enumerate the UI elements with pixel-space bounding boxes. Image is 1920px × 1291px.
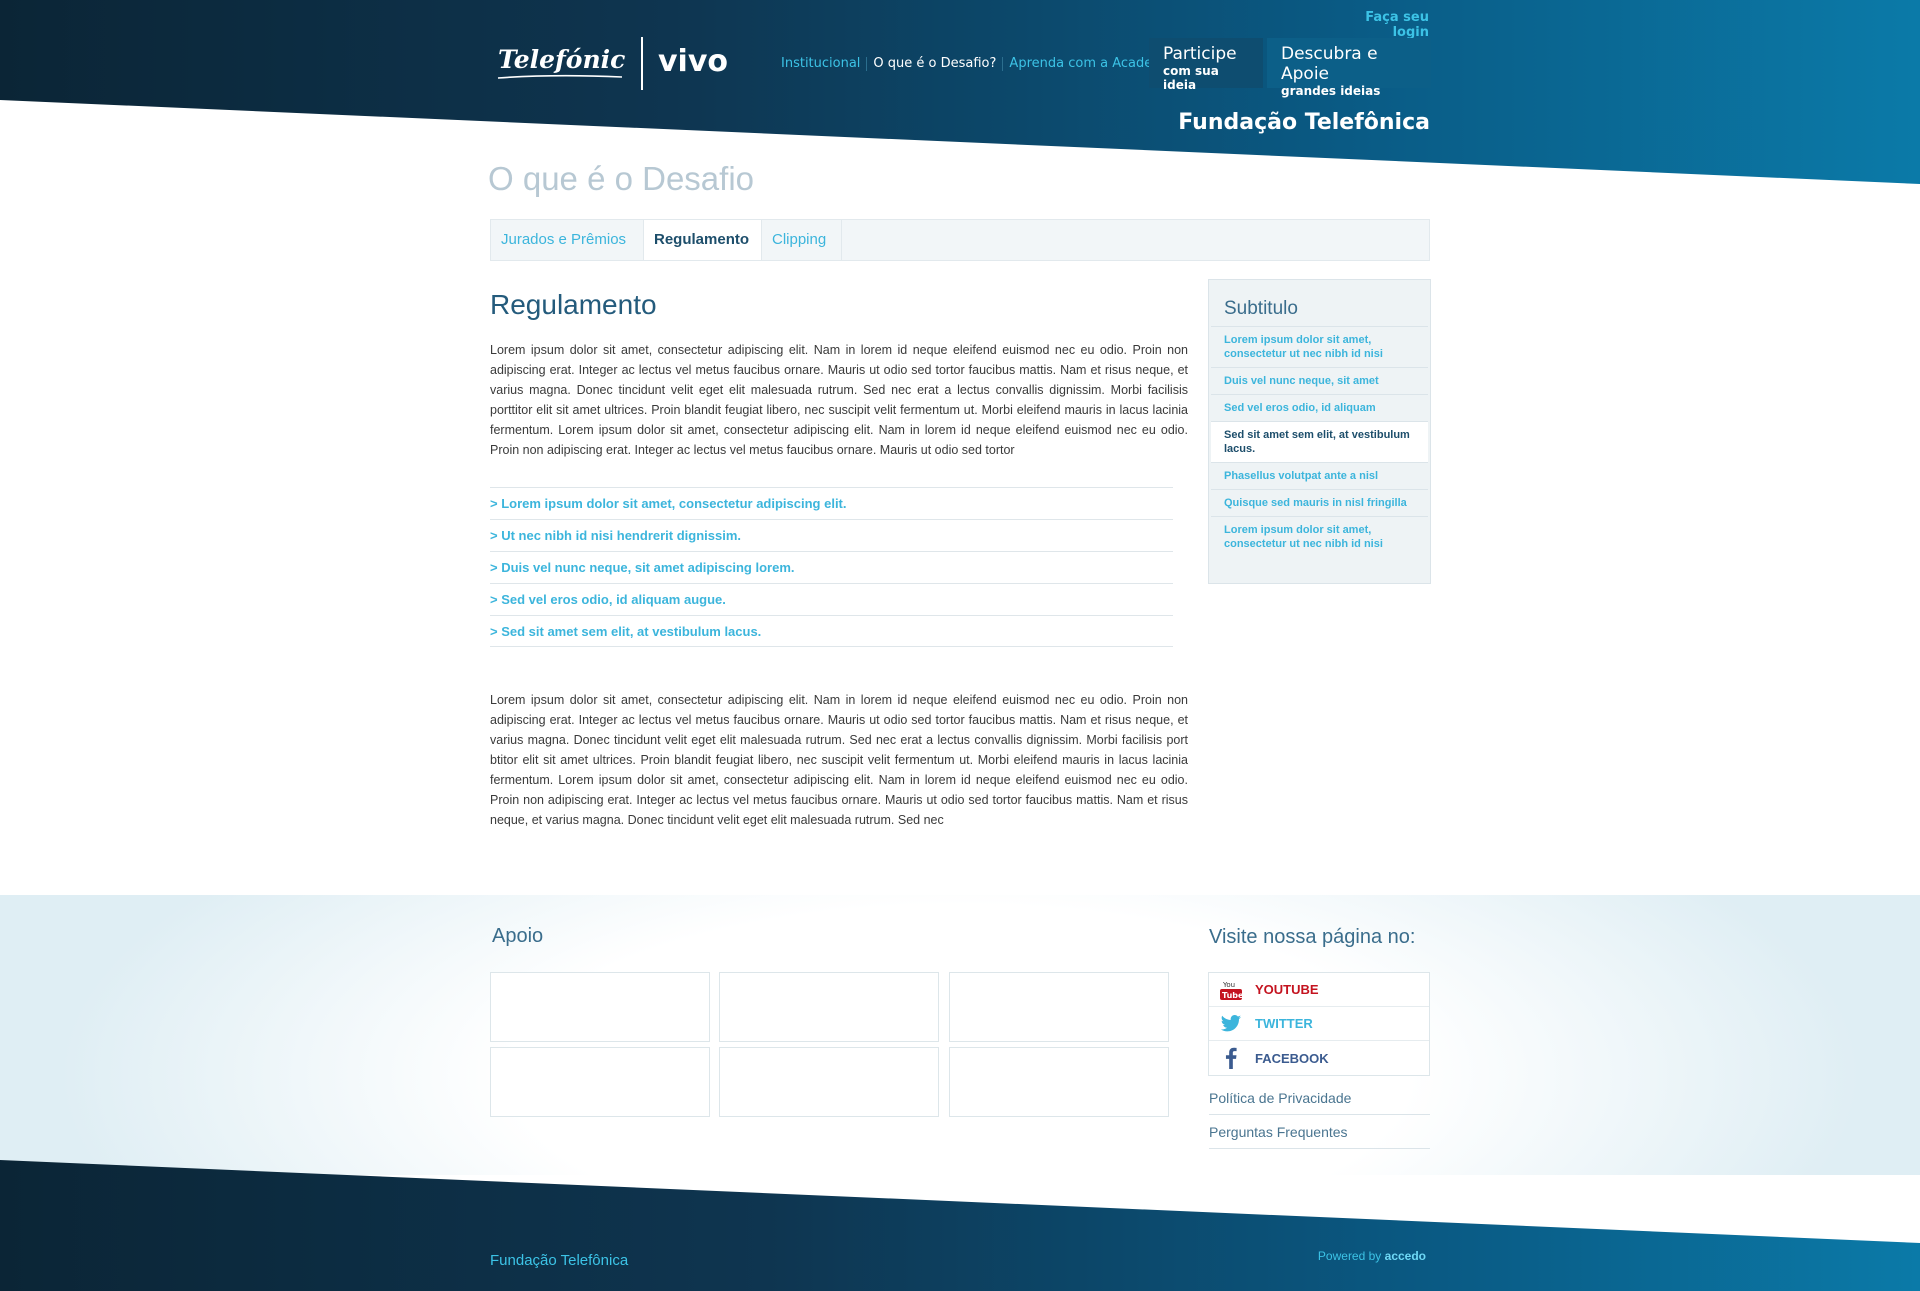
participe-line2: com sua ideia: [1163, 64, 1219, 92]
sidebar-title: Subtitulo: [1211, 282, 1428, 327]
login-link[interactable]: Faça seu login: [1339, 10, 1429, 40]
youtube-icon: You Tube: [1219, 978, 1243, 1002]
twitter-label: TWITTER: [1255, 1016, 1313, 1031]
privacy-policy-link[interactable]: Política de Privacidade: [1209, 1081, 1430, 1115]
tab-bar: Jurados e Prêmios Regulamento Clipping: [490, 219, 1430, 261]
sidebar-item[interactable]: Duis vel nunc neque, sit amet: [1211, 368, 1428, 395]
powered-by-brand[interactable]: accedo: [1385, 1249, 1426, 1263]
nav-institucional[interactable]: Institucional: [775, 56, 866, 71]
sponsor-logo-slot[interactable]: [719, 972, 939, 1042]
anchor-link[interactable]: > Sed vel eros odio, id aliquam augue.: [490, 583, 1173, 615]
sidebar-item[interactable]: Lorem ipsum dolor sit amet, consectetur …: [1211, 517, 1428, 557]
anchor-link[interactable]: > Duis vel nunc neque, sit amet adipisci…: [490, 551, 1173, 583]
descubra-line1: Descubra e Apoie: [1281, 44, 1378, 84]
footer-bar-background: [0, 1160, 1920, 1291]
telefonica-logo[interactable]: Telefónica: [494, 40, 626, 86]
tab-jurados-premios[interactable]: Jurados e Prêmios: [491, 220, 644, 260]
logo-divider: [641, 37, 643, 90]
sidebar-item[interactable]: Sed vel eros odio, id aliquam: [1211, 395, 1428, 422]
faq-link[interactable]: Perguntas Frequentes: [1209, 1115, 1430, 1149]
apoio-title: Apoio: [492, 925, 544, 947]
section-heading: Regulamento: [490, 289, 657, 320]
sidebar-item[interactable]: Phasellus volutpat ante a nisl: [1211, 463, 1428, 490]
anchor-link[interactable]: > Lorem ipsum dolor sit amet, consectetu…: [490, 487, 1173, 519]
anchor-link[interactable]: > Ut nec nibh id nisi hendrerit dignissi…: [490, 519, 1173, 551]
social-links: You Tube YOUTUBE TWITTER FACEBOOK: [1208, 972, 1430, 1076]
participe-line1: Participe: [1163, 44, 1237, 64]
header-background: [0, 0, 1920, 184]
vivo-logo-text: vivo: [658, 44, 728, 79]
sidebar: Subtitulo Lorem ipsum dolor sit amet, co…: [1208, 279, 1431, 584]
sponsor-logo-slot[interactable]: [949, 972, 1169, 1042]
anchor-link-list: > Lorem ipsum dolor sit amet, consectetu…: [490, 487, 1173, 647]
sidebar-list: Lorem ipsum dolor sit amet, consectetur …: [1211, 327, 1428, 557]
tab-clipping[interactable]: Clipping: [762, 220, 842, 260]
body-paragraph-1: Lorem ipsum dolor sit amet, consectetur …: [490, 343, 1188, 457]
telefonica-logo-text: Telefónica: [498, 45, 626, 74]
anchor-link[interactable]: > Sed sit amet sem elit, at vestibulum l…: [490, 615, 1173, 647]
footer-brand-link[interactable]: Fundação Telefônica: [490, 1252, 628, 1269]
footer-links: Política de Privacidade Perguntas Freque…: [1209, 1081, 1430, 1149]
svg-text:Tube: Tube: [1222, 991, 1243, 1000]
participe-button[interactable]: Participe com sua ideia: [1149, 38, 1263, 92]
youtube-link[interactable]: You Tube YOUTUBE: [1209, 973, 1429, 1007]
sponsor-logo-slot[interactable]: [719, 1047, 939, 1117]
nav-o-que-e-o-desafio[interactable]: O que é o Desafio?: [867, 56, 1002, 71]
sponsor-logo-slot[interactable]: [490, 972, 710, 1042]
twitter-icon: [1219, 1012, 1243, 1036]
sidebar-item-active[interactable]: Sed sit amet sem elit, at vestibulum lac…: [1211, 422, 1428, 463]
sidebar-item[interactable]: Lorem ipsum dolor sit amet, consectetur …: [1211, 327, 1428, 368]
facebook-icon: [1219, 1046, 1243, 1070]
top-nav: Institucional O que é o Desafio? Aprenda…: [775, 56, 1182, 71]
facebook-label: FACEBOOK: [1255, 1050, 1329, 1066]
body-paragraph-2: Lorem ipsum dolor sit amet, consectetur …: [490, 693, 1188, 827]
descubra-line2: grandes ideias: [1281, 84, 1381, 98]
facebook-link[interactable]: FACEBOOK: [1209, 1041, 1429, 1075]
youtube-label: YOUTUBE: [1255, 982, 1319, 997]
sponsor-logo-slot[interactable]: [490, 1047, 710, 1117]
foundation-title: Fundação Telefônica: [1178, 110, 1430, 135]
sidebar-item[interactable]: Quisque sed mauris in nisl fringilla: [1211, 490, 1428, 517]
visit-title: Visite nossa página no:: [1209, 926, 1416, 948]
twitter-link[interactable]: TWITTER: [1209, 1007, 1429, 1041]
page-title: O que é o Desafio: [488, 160, 754, 197]
descubra-button[interactable]: Descubra e Apoie grandes ideias: [1267, 38, 1431, 98]
powered-by: Powered by accedo: [1290, 1249, 1426, 1263]
tab-regulamento[interactable]: Regulamento: [644, 220, 762, 260]
vivo-logo[interactable]: vivo: [656, 40, 736, 80]
powered-by-prefix: Powered by: [1317, 1249, 1382, 1263]
svg-text:You: You: [1222, 981, 1235, 989]
sponsor-logo-slot[interactable]: [949, 1047, 1169, 1117]
